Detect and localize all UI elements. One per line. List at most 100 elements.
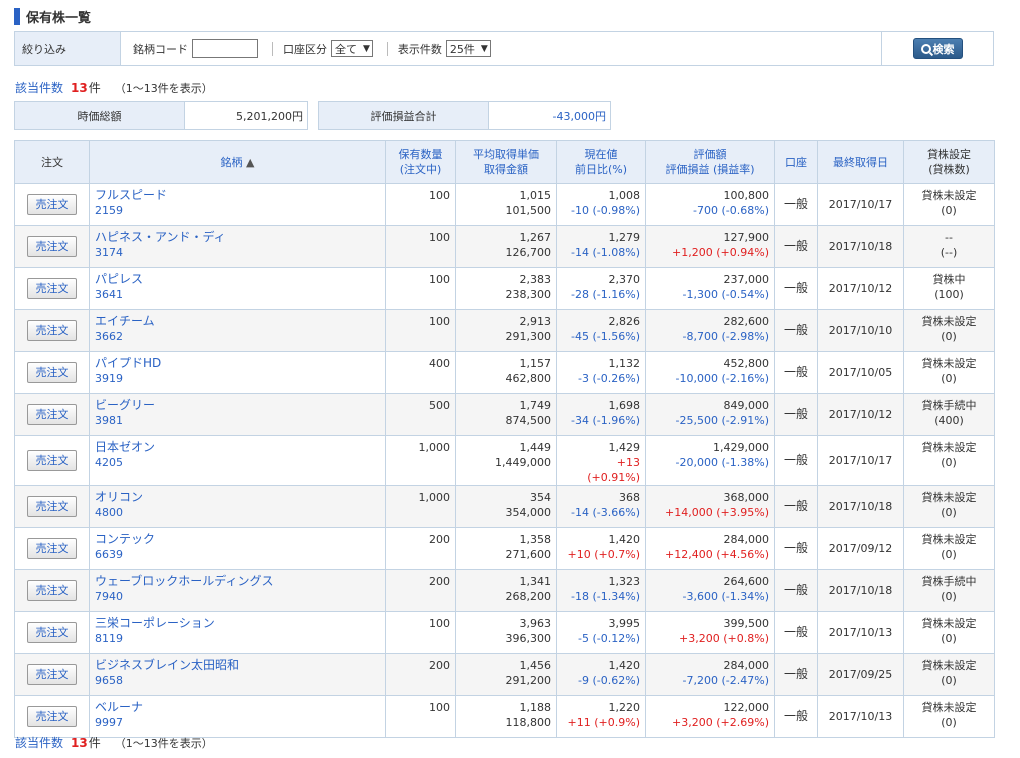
valuation-amount: 399,500 [723,617,770,630]
average-cost: 1,358 [519,533,552,546]
valuation-cell: 452,800 -10,000 (-2.16%) [645,351,775,394]
quantity-value: 200 [429,533,450,546]
account-select[interactable]: 全て ▼ [331,40,373,57]
lending-status: 貸株未設定 [921,189,977,202]
order-cell: 売注文 [14,485,90,528]
last-acquired-date: 2017/10/05 [817,351,904,394]
stock-cell: オリコン 4800 [89,485,386,528]
cost-cell: 1,157 462,800 [455,351,557,394]
current-price: 3,995 [608,617,641,630]
stock-cell: コンテック 6639 [89,527,386,570]
account-label: 口座区分 [283,42,327,56]
sell-order-button[interactable]: 売注文 [27,538,77,559]
current-price: 1,323 [608,575,641,588]
sell-order-button[interactable]: 売注文 [27,362,77,383]
pl-summary: 評価損益合計 -43,000円 [318,101,611,130]
account-type: 一般 [774,225,818,268]
lending-cell: 貸株未設定 (0) [903,309,995,352]
price-cell: 1,132 -3 (-0.26%) [556,351,646,394]
filter-label: 絞り込み [15,32,121,65]
result-count-label: 該当件数 [15,736,64,750]
acquisition-amount: 271,600 [505,548,552,561]
lending-shares: (0) [941,204,957,217]
stock-name-link[interactable]: コンテック [95,532,380,547]
quantity-cell: 200 [385,653,456,696]
code-input[interactable] [192,39,258,58]
code-label: 銘柄コード [133,42,188,56]
stock-name-link[interactable]: ウェーブロックホールディングス [95,574,380,589]
cost-cell: 2,913 291,300 [455,309,557,352]
market-value-summary: 時価総額 5,201,200円 [14,101,308,130]
header-last-date[interactable]: 最終取得日 [817,140,904,184]
valuation-amount: 282,600 [723,315,770,328]
order-cell: 売注文 [14,611,90,654]
stock-name-link[interactable]: ハピネス・アンド・ディ [95,230,380,245]
header-valuation[interactable]: 評価額 評価損益 (損益率) [645,140,775,184]
valuation-amount: 127,900 [723,231,770,244]
sell-order-button[interactable]: 売注文 [27,580,77,601]
stock-name-link[interactable]: オリコン [95,490,380,505]
lending-status: 貸株未設定 [921,441,977,454]
sell-order-button[interactable]: 売注文 [27,664,77,685]
stock-name-link[interactable]: ベルーナ [95,700,380,715]
profit-loss: +3,200 (+2.69%) [672,716,769,729]
quantity-value: 400 [429,357,450,370]
price-change: -10 (-0.98%) [571,204,640,217]
sell-order-button[interactable]: 売注文 [27,320,77,341]
stock-cell: フルスピード 2159 [89,183,386,226]
profit-loss: -10,000 (-2.16%) [675,372,769,385]
acquisition-amount: 396,300 [505,632,552,645]
title-marker [14,7,20,25]
price-cell: 1,698 -34 (-1.96%) [556,393,646,436]
cost-cell: 2,383 238,300 [455,267,557,310]
sell-order-button[interactable]: 売注文 [27,194,77,215]
header-current-price[interactable]: 現在値 前日比(%) [556,140,646,184]
price-cell: 1,420 +10 (+0.7%) [556,527,646,570]
header-name-sort[interactable]: 銘柄 ▲ [89,140,386,184]
header-quantity[interactable]: 保有数量 (注文中) [385,140,456,184]
table-row: 売注文 ベルーナ 9997 100 1,188 118,800 1,220 +11 (+0.9… [14,695,995,738]
header-account[interactable]: 口座 [774,140,818,184]
cost-cell: 1,341 268,200 [455,569,557,612]
sell-order-button[interactable]: 売注文 [27,706,77,727]
stock-name-link[interactable]: ビーグリー [95,398,380,413]
account-type: 一般 [774,267,818,310]
price-change: +13 (+0.91%) [587,456,640,484]
price-change: -45 (-1.56%) [571,330,640,343]
table-row: 売注文 オリコン 4800 1,000 354 354,000 368 -14 (-3.66%… [14,485,995,528]
filter-controls: 銘柄コード 口座区分 全て ▼ 表示件数 25件 ▼ [121,32,881,65]
lending-status: 貸株手続中 [921,399,977,412]
sell-order-button[interactable]: 売注文 [27,236,77,257]
stock-name-link[interactable]: パピレス [95,272,380,287]
valuation-cell: 284,000 -7,200 (-2.47%) [645,653,775,696]
page-title-text: 保有株一覧 [26,10,92,26]
cost-cell: 354 354,000 [455,485,557,528]
sell-order-button[interactable]: 売注文 [27,622,77,643]
valuation-amount: 100,800 [723,189,770,202]
search-button[interactable]: 検索 [912,38,963,59]
order-cell: 売注文 [14,309,90,352]
sell-order-button[interactable]: 売注文 [27,450,77,471]
lending-cell: 貸株未設定 (0) [903,435,995,486]
result-count-range: （1〜13件を表示） [114,737,213,750]
stock-name-link[interactable]: 三栄コーポレーション [95,616,380,631]
valuation-amount: 122,000 [723,701,770,714]
stock-name-link[interactable]: パイプドHD [95,356,380,371]
sell-order-button[interactable]: 売注文 [27,404,77,425]
table-row: 売注文 コンテック 6639 200 1,358 271,600 1,420 +10 (+0.… [14,527,995,570]
quantity-value: 1,000 [418,441,451,454]
stock-code: 3641 [95,288,123,301]
header-average-cost[interactable]: 平均取得単価 取得金額 [455,140,557,184]
result-count-unit: 件 [88,81,101,95]
stock-name-link[interactable]: 日本ゼオン [95,440,380,455]
lending-cell: 貸株未設定 (0) [903,485,995,528]
sell-order-button[interactable]: 売注文 [27,496,77,517]
stock-code: 3981 [95,414,123,427]
sell-order-button[interactable]: 売注文 [27,278,77,299]
page-title: 保有株一覧 [14,7,92,26]
account-type: 一般 [774,695,818,738]
display-count-select[interactable]: 25件 ▼ [445,40,491,57]
stock-name-link[interactable]: エイチーム [95,314,380,329]
stock-name-link[interactable]: ビジネスブレイン太田昭和 [95,658,380,673]
stock-name-link[interactable]: フルスピード [95,188,380,203]
